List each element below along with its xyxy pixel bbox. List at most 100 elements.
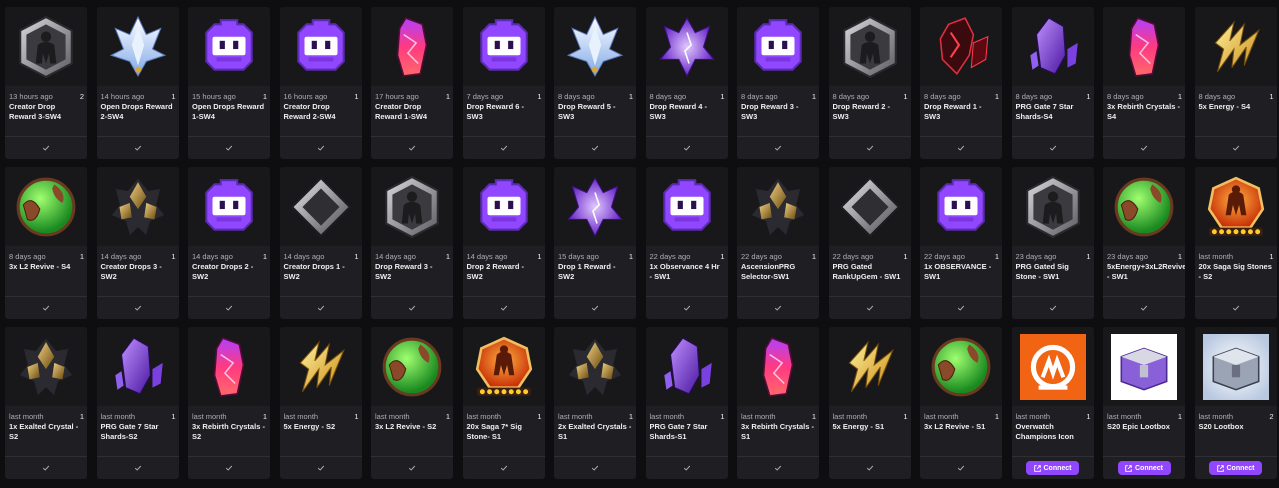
connect-button[interactable]: Connect xyxy=(1209,461,1262,475)
reward-meta: last month 1 Overwatch Champions Icon xyxy=(1012,406,1094,455)
reward-time: 14 days ago xyxy=(375,252,416,261)
reward-title: PRG Gate 7 Star Shards-S2 xyxy=(100,422,159,441)
reward-time: last month xyxy=(1107,412,1142,421)
checkmark-icon xyxy=(957,139,965,157)
reward-footer xyxy=(828,456,911,479)
reward-meta: 14 days ago 1 Creator Drops 1 - SW2 xyxy=(280,246,362,295)
reward-meta: last month 1 5x Energy - S2 xyxy=(280,406,362,455)
reward-card: last month 1 3x L2 Revive - S2 xyxy=(371,327,453,479)
reward-card: 22 days ago 1 AscensionPRG Selector-SW1 xyxy=(737,167,819,319)
reward-time: 15 hours ago xyxy=(192,92,236,101)
reward-title: Drop Reward 6 - SW3 xyxy=(466,102,525,121)
reward-footer xyxy=(371,136,453,159)
reward-title: Open Drops Reward 2-SW4 xyxy=(100,102,173,121)
purple-lootbox-icon xyxy=(1103,327,1185,406)
reward-card: last month 1 3x Rebirth Crystals - S2 xyxy=(188,327,270,479)
checkmark-icon xyxy=(42,459,50,477)
reward-footer xyxy=(737,136,819,159)
checkmark-icon xyxy=(317,139,325,157)
reward-footer xyxy=(1194,296,1277,319)
reward-footer xyxy=(1011,136,1094,159)
reward-title: 3x L2 Revive - S2 xyxy=(375,422,437,431)
checkmark-icon xyxy=(957,459,965,477)
gold-energy-icon xyxy=(1194,7,1277,86)
gold-energy-icon xyxy=(279,327,362,406)
reward-count: 1 xyxy=(628,92,633,101)
reward-card: 8 days ago 1 PRG Gate 7 Star Shards-S4 xyxy=(1011,7,1094,159)
connect-button[interactable]: Connect xyxy=(1026,461,1079,475)
reward-card: 22 days ago 1 1x Observance 4 Hr - SW1 xyxy=(645,167,728,319)
reward-meta: 14 days ago 1 Creator Drops 3 - SW2 xyxy=(97,246,179,295)
reward-title: Drop Reward 1 - SW3 xyxy=(924,102,982,121)
green-orb-icon xyxy=(920,327,1002,406)
reward-title: S20 Epic Lootbox xyxy=(1107,422,1170,431)
reward-card: 16 hours ago 1 Creator Drop Reward 2-SW4 xyxy=(279,7,362,159)
reward-title: Drop 1 Reward - SW2 xyxy=(558,262,616,281)
reward-footer xyxy=(645,296,728,319)
reward-count: 1 xyxy=(628,252,633,261)
reward-count: 1 xyxy=(811,252,816,261)
reward-card: 14 days ago 1 Creator Drops 2 - SW2 xyxy=(188,167,270,319)
reward-card: last month 1 Overwatch Champions Icon Conne… xyxy=(1011,327,1094,479)
reward-card: 8 days ago 1 Drop Reward 4 - SW3 xyxy=(645,7,728,159)
reward-title: PRG Gated Sig Stone - SW1 xyxy=(1015,262,1069,281)
reward-title: Creator Drop Reward 3-SW4 xyxy=(9,102,62,121)
reward-title: AscensionPRG Selector-SW1 xyxy=(741,262,796,281)
checkmark-icon xyxy=(1140,139,1148,157)
checkmark-icon xyxy=(317,459,325,477)
reward-card: 23 days ago 1 PRG Gated Sig Stone - SW1 xyxy=(1011,167,1094,319)
reward-time: 8 days ago xyxy=(1107,92,1144,101)
reward-title: Drop 2 Reward - SW2 xyxy=(466,262,525,281)
reward-time: last month xyxy=(192,412,227,421)
reward-count: 1 xyxy=(79,412,84,421)
reward-count: 1 xyxy=(1177,412,1182,421)
reward-footer xyxy=(920,456,1002,479)
reward-title: Creator Drop Reward 1-SW4 xyxy=(375,102,428,121)
reward-card: 8 days ago 1 Drop Reward 2 - SW3 xyxy=(828,7,911,159)
reward-card: 8 days ago 1 Drop Reward 5 - SW3 xyxy=(554,7,636,159)
reward-card: last month 1 2x Exalted Crystals - S1 xyxy=(554,327,636,479)
reward-meta: 13 hours ago 2 Creator Drop Reward 3-SW4 xyxy=(5,86,87,135)
reward-count: 1 xyxy=(445,92,450,101)
reward-card: 22 days ago 1 1x OBSERVANCE - SW1 xyxy=(920,167,1002,319)
reward-footer xyxy=(462,296,545,319)
reward-meta: last month 1 20x Saga Sig Stones - S2 xyxy=(1195,246,1277,295)
ice-crystal-icon xyxy=(554,7,636,86)
reward-meta: 8 days ago 1 Drop Reward 2 - SW3 xyxy=(829,86,911,135)
reward-card: 14 days ago 1 Creator Drops 3 - SW2 xyxy=(96,167,179,319)
reward-time: 8 days ago xyxy=(832,92,870,101)
reward-title: 3x Rebirth Crystals - S2 xyxy=(192,422,265,441)
reward-card: 8 days ago 1 Drop Reward 1 - SW3 xyxy=(920,7,1002,159)
reward-footer xyxy=(5,136,87,159)
twitch-glitch-icon xyxy=(737,7,819,86)
reward-time: 7 days ago xyxy=(466,92,504,101)
connect-button[interactable]: Connect xyxy=(1117,461,1171,475)
checkmark-icon xyxy=(1049,299,1057,317)
reward-card: last month 1 PRG Gate 7 Star Shards-S1 xyxy=(645,327,728,479)
reward-footer xyxy=(96,136,179,159)
reward-count: 1 xyxy=(171,252,176,261)
reward-time: 14 days ago xyxy=(466,252,508,261)
twitch-glitch-icon xyxy=(462,167,545,246)
reward-meta: last month 2 S20 Lootbox xyxy=(1195,406,1277,455)
reward-meta: last month 1 1x Exalted Crystal - S2 xyxy=(5,406,87,455)
reward-title: S20 Lootbox xyxy=(1198,422,1244,431)
purple-shards-icon xyxy=(96,327,179,406)
reward-count: 1 xyxy=(628,412,633,421)
reward-footer xyxy=(645,456,728,479)
reward-meta: 8 days ago 1 PRG Gate 7 Star Shards-S4 xyxy=(1012,86,1094,135)
reward-footer xyxy=(371,296,453,319)
reward-footer xyxy=(645,136,728,159)
reward-title: Open Drops Reward 1-SW4 xyxy=(192,102,265,121)
reward-count: 1 xyxy=(1086,252,1091,261)
purple-crystal-icon xyxy=(554,167,636,246)
checkmark-icon xyxy=(408,459,416,477)
checkmark-icon xyxy=(408,299,416,317)
reward-card: 8 days ago 1 3x Rebirth Crystals - S4 xyxy=(1103,7,1185,159)
reward-card: 13 hours ago 2 Creator Drop Reward 3-SW4 xyxy=(5,7,87,159)
hex-armor-icon xyxy=(5,7,87,86)
overwatch-logo-icon xyxy=(1011,327,1094,406)
red-crystal-icon xyxy=(737,327,819,406)
reward-time: 14 days ago xyxy=(283,252,325,261)
reward-footer xyxy=(5,456,87,479)
